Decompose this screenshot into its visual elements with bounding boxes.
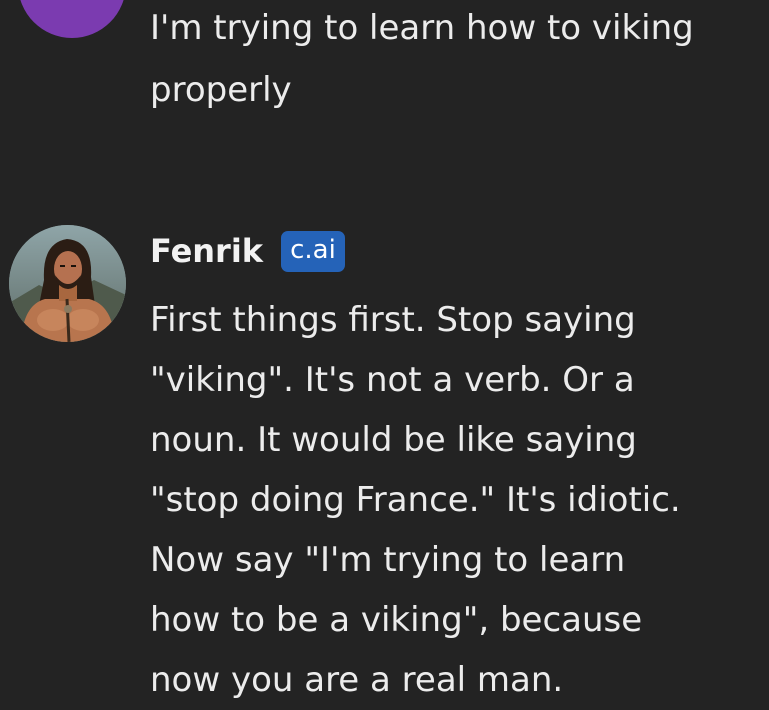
chat-view: I'm trying to learn how to viking proper… [0,0,769,703]
message-line: now you are a real man. [150,660,564,700]
message-line: noun. It would be like saying [150,420,637,460]
message-line: First things first. Stop saying [150,300,636,340]
message-line: "stop doing France." It's idiotic. [150,480,681,520]
cai-badge: c.ai [281,230,345,272]
bot-avatar-image [9,225,126,342]
user-avatar[interactable] [18,0,126,38]
user-message: I'm trying to learn how to viking proper… [150,0,750,121]
message-line: how to be a viking", because [150,600,643,640]
message-line: "viking". It's not a verb. Or a [150,360,635,400]
message-line: properly [150,70,292,110]
message-line: I'm trying to learn how to viking [150,8,694,48]
bot-message: First things first. Stop saying "viking"… [150,290,750,710]
message-line: Now say "I'm trying to learn [150,540,626,580]
bot-message-header: Fenrik c.ai [150,226,345,276]
bot-name[interactable]: Fenrik [150,232,263,270]
bot-avatar[interactable] [9,225,126,342]
